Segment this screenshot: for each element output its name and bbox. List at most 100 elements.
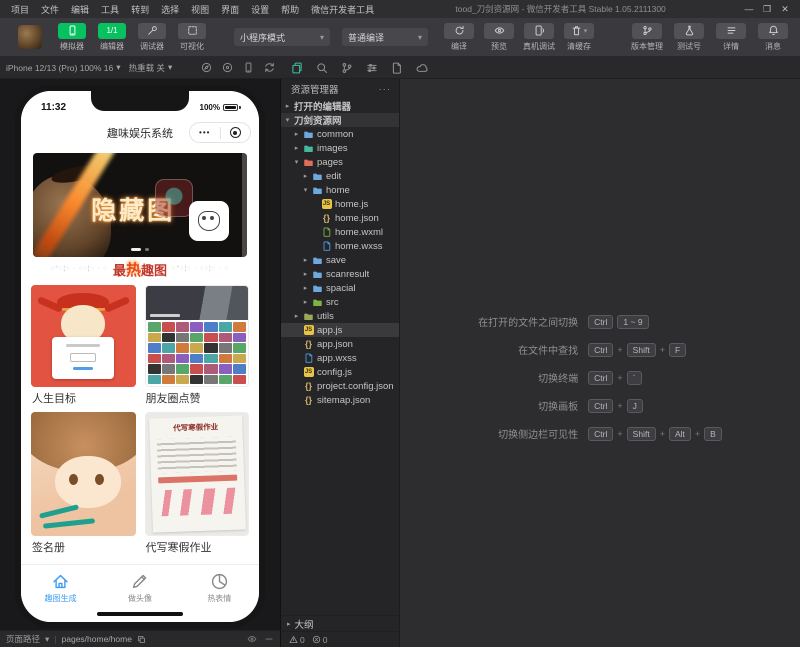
menu-item-编辑[interactable]: 编辑 (66, 1, 94, 18)
minimize-button[interactable]: — (742, 4, 756, 15)
compile-select-dropdown[interactable]: 普通编译 ▾ (342, 28, 428, 46)
button-label: 测试号 (677, 41, 701, 52)
tree-item-home.js[interactable]: JShome.js (281, 197, 399, 211)
tree-item-project.config.json[interactable]: {}project.config.json (281, 379, 399, 393)
tree-item-scanresult[interactable]: ▸scanresult (281, 267, 399, 281)
tab-热表情[interactable]: 热表情 (180, 565, 259, 610)
keycap: ` (627, 371, 642, 385)
card-签名册[interactable] (31, 412, 136, 536)
minus-icon[interactable] (264, 634, 274, 644)
eye-icon[interactable] (247, 634, 257, 644)
search-icon[interactable] (316, 62, 328, 74)
files-icon[interactable] (291, 62, 303, 74)
真机调试-button[interactable]: 真机调试 (522, 23, 556, 52)
file-label: home.js (335, 199, 368, 210)
tree-item-utils[interactable]: ▸utils (281, 309, 399, 323)
menu-item-转到[interactable]: 转到 (126, 1, 154, 18)
预览-button[interactable]: 预览 (482, 23, 516, 52)
tree-item-pages[interactable]: ▾pages (281, 155, 399, 169)
tab-趣图生成[interactable]: 趣图生成 (21, 565, 100, 610)
js-file-icon: JS (303, 367, 314, 378)
card-朋友圈点赞[interactable] (145, 285, 250, 387)
menu-item-设置[interactable]: 设置 (246, 1, 274, 18)
版本管理-button[interactable]: 版本管理 (630, 23, 664, 52)
sliders-icon[interactable] (366, 62, 378, 74)
tree-item-app.wxss[interactable]: app.wxss (281, 351, 399, 365)
menu-item-文件[interactable]: 文件 (36, 1, 64, 18)
card-代写寒假作业[interactable]: 代写寒假作业 (145, 412, 250, 536)
page-path-value: pages/home/home (62, 634, 132, 644)
compass-icon[interactable] (201, 62, 212, 73)
menu-item-微信开发者工具[interactable]: 微信开发者工具 (306, 1, 379, 18)
rotate-icon[interactable] (264, 62, 275, 73)
card-人生目标[interactable] (31, 285, 136, 387)
hot-reload-selector[interactable]: 热重载 关 ▾ (129, 62, 173, 74)
page-path-label[interactable]: 页面路径 (6, 633, 40, 645)
wxml-file-icon (321, 227, 332, 238)
清缓存-button[interactable]: ▾清缓存 (562, 23, 596, 52)
errors-count[interactable]: 0 (312, 635, 328, 645)
编辑器-button[interactable]: 1/1编辑器 (96, 23, 128, 52)
tree-item-config.js[interactable]: JSconfig.js (281, 365, 399, 379)
menu-item-界面[interactable]: 界面 (216, 1, 244, 18)
可视化-button[interactable]: 可视化 (176, 23, 208, 52)
outline-section[interactable]: ▸ 大纲 (281, 615, 399, 631)
mode-select-dropdown[interactable]: 小程序模式 ▾ (234, 28, 330, 46)
phone-icon[interactable] (243, 62, 254, 73)
tree-section-打开的编辑器[interactable]: ▸打开的编辑器 (281, 99, 399, 113)
menu-item-帮助[interactable]: 帮助 (276, 1, 304, 18)
device-selector[interactable]: iPhone 12/13 (Pro) 100% 16 ▾ (6, 62, 121, 73)
tree-item-save[interactable]: ▸save (281, 253, 399, 267)
tree-item-app.json[interactable]: {}app.json (281, 337, 399, 351)
user-avatar[interactable] (18, 25, 42, 49)
device-icon (524, 23, 554, 39)
explorer-more-menu[interactable]: ··· (379, 84, 392, 95)
anime-art (39, 504, 79, 519)
menu-item-视图[interactable]: 视图 (186, 1, 214, 18)
tree-item-common[interactable]: ▸common (281, 127, 399, 141)
tree-item-spacial[interactable]: ▸spacial (281, 281, 399, 295)
warnings-count[interactable]: 0 (289, 635, 305, 645)
more-button[interactable]: ••• (190, 128, 220, 137)
tree-section-刀剑资源网[interactable]: ▾刀剑资源网 (281, 113, 399, 127)
avatar-tile (233, 354, 246, 364)
branch-icon[interactable] (341, 62, 353, 74)
main-toolbar: 模拟器 1/1编辑器调试器可视化 小程序模式 ▾ 普通编译 ▾ 编译预览真机调试 ▾… (0, 18, 800, 57)
tree-item-sitemap.json[interactable]: {}sitemap.json (281, 393, 399, 407)
编译-button[interactable]: 编译 (442, 23, 476, 52)
folder-icon (303, 311, 314, 322)
menu-item-工具[interactable]: 工具 (96, 1, 124, 18)
tree-item-edit[interactable]: ▸edit (281, 169, 399, 183)
copy-icon[interactable] (137, 635, 146, 644)
shortcut-keys: Ctrl+Shift+Alt+B (588, 427, 722, 441)
消息-button[interactable]: 消息 (756, 23, 790, 52)
测试号-button[interactable]: 测试号 (672, 23, 706, 52)
tree-item-src[interactable]: ▸src (281, 295, 399, 309)
tree-item-home.wxml[interactable]: home.wxml (281, 225, 399, 239)
tree-item-home.json[interactable]: {}home.json (281, 211, 399, 225)
avatar-mosaic (146, 320, 249, 386)
close-button[interactable]: ✕ (778, 4, 792, 15)
file-label: common (317, 129, 353, 140)
banner-carousel[interactable]: 隐藏图 (33, 153, 247, 257)
maximize-button[interactable]: ❒ (760, 4, 774, 15)
调试器-button[interactable]: 调试器 (136, 23, 168, 52)
tree-item-images[interactable]: ▸images (281, 141, 399, 155)
phone-navbar: 趣味娱乐系统 ••• (21, 117, 259, 149)
tab-做头像[interactable]: 做头像 (100, 565, 179, 610)
模拟器-button[interactable]: 模拟器 (56, 23, 88, 52)
menu-item-选择[interactable]: 选择 (156, 1, 184, 18)
avatar-tile (176, 322, 189, 332)
button-label: 真机调试 (523, 41, 555, 52)
tree-item-home.wxss[interactable]: home.wxss (281, 239, 399, 253)
doc-icon[interactable] (391, 62, 403, 74)
close-minibar-button[interactable] (221, 127, 251, 138)
target-icon[interactable] (222, 62, 233, 73)
menu-item-项目[interactable]: 项目 (6, 1, 34, 18)
cloud-icon[interactable] (416, 62, 428, 74)
tree-item-home[interactable]: ▾home (281, 183, 399, 197)
详情-button[interactable]: 详情 (714, 23, 748, 52)
tree-item-app.js[interactable]: JSapp.js (281, 323, 399, 337)
window-title: tood_刀剑资源网 - 微信开发者工具 Stable 1.05.2111300 (379, 3, 742, 15)
avatar-tile (148, 322, 161, 332)
